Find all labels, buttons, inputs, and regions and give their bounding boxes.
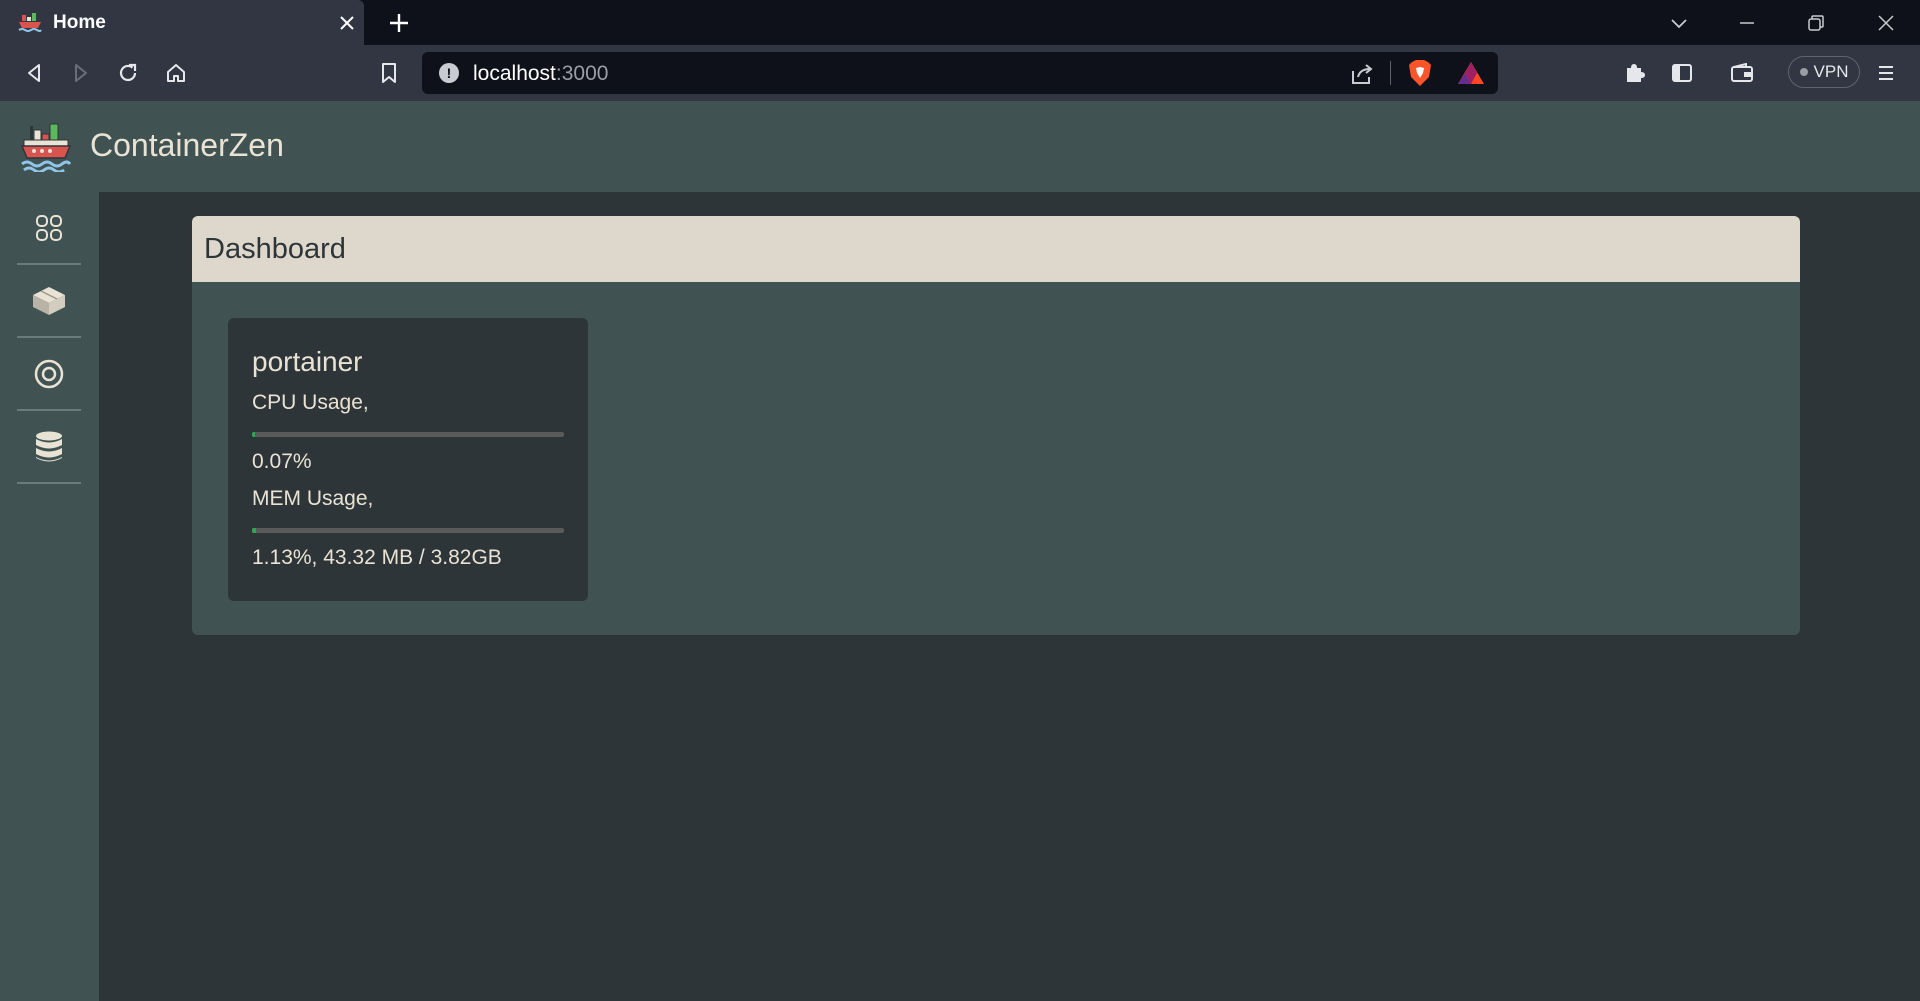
box-icon — [33, 286, 65, 315]
sidebar-item-images[interactable] — [17, 338, 81, 411]
address-bar-separator — [1390, 61, 1391, 85]
cpu-usage-label: CPU Usage, — [252, 391, 369, 414]
app-header: ContainerZen — [0, 101, 1920, 192]
browser-tab-strip: Home — [0, 0, 1920, 45]
mem-usage-label: MEM Usage, — [252, 487, 374, 510]
cpu-usage-bar-fill — [252, 432, 255, 437]
brave-rewards-icon[interactable] — [1457, 60, 1485, 86]
forward-icon[interactable] — [63, 55, 99, 91]
url-host: localhost — [473, 62, 556, 85]
vpn-button[interactable]: VPN — [1788, 56, 1860, 88]
close-window-icon[interactable] — [1871, 8, 1901, 38]
sidebar-item-volumes[interactable] — [17, 411, 81, 484]
mem-usage-value: 1.13%, 43.32 MB / 3.82GB — [252, 546, 502, 569]
sidebar — [0, 192, 99, 1001]
share-icon[interactable] — [1349, 61, 1375, 87]
bookmark-icon[interactable] — [371, 55, 407, 91]
browser-toolbar: ! localhost:3000 VPN — [0, 45, 1920, 101]
app-title: ContainerZen — [90, 127, 284, 163]
extensions-puzzle-icon[interactable] — [1616, 55, 1652, 91]
site-info-icon[interactable]: ! — [439, 63, 459, 83]
home-icon[interactable] — [158, 55, 194, 91]
address-bar[interactable]: ! localhost:3000 — [422, 52, 1498, 94]
tab-title: Home — [53, 12, 106, 33]
vpn-status-dot — [1799, 68, 1808, 76]
back-icon[interactable] — [16, 55, 52, 91]
dashboard-panel: Dashboard portainer CPU Usage, 0.07% MEM… — [192, 216, 1800, 635]
sidebar-item-containers[interactable] — [17, 265, 81, 338]
mem-usage-bar-fill — [252, 528, 256, 533]
url-text[interactable]: localhost:3000 — [473, 62, 608, 86]
dashboard-header: Dashboard — [192, 216, 1800, 282]
target-icon — [34, 359, 64, 388]
tab-close-icon[interactable] — [334, 10, 360, 36]
page-title: Dashboard — [204, 233, 346, 265]
browser-tab-home[interactable]: Home — [0, 0, 364, 45]
grid-icon — [36, 214, 62, 241]
minimize-icon[interactable] — [1732, 8, 1762, 38]
reload-icon[interactable] — [110, 55, 146, 91]
sidebar-toggle-icon[interactable] — [1664, 55, 1700, 91]
ship-logo-icon — [20, 123, 72, 172]
database-icon — [36, 431, 62, 461]
brave-shields-icon[interactable] — [1407, 59, 1433, 87]
menu-hamburger-icon[interactable] — [1868, 55, 1904, 91]
container-card[interactable]: portainer CPU Usage, 0.07% MEM Usage, 1.… — [228, 318, 588, 601]
vpn-label: VPN — [1813, 62, 1849, 81]
restore-icon[interactable] — [1801, 8, 1831, 38]
cpu-usage-bar — [252, 432, 564, 437]
container-name: portainer — [252, 346, 363, 377]
ship-favicon-icon — [18, 13, 42, 32]
new-tab-plus-icon[interactable] — [384, 8, 414, 38]
tab-search-chevron-icon[interactable] — [1664, 8, 1694, 38]
cpu-usage-value: 0.07% — [252, 450, 312, 473]
sidebar-item-dashboard[interactable] — [17, 192, 81, 265]
url-port: :3000 — [555, 62, 609, 85]
mem-usage-bar — [252, 528, 564, 533]
wallet-icon[interactable] — [1724, 55, 1760, 91]
